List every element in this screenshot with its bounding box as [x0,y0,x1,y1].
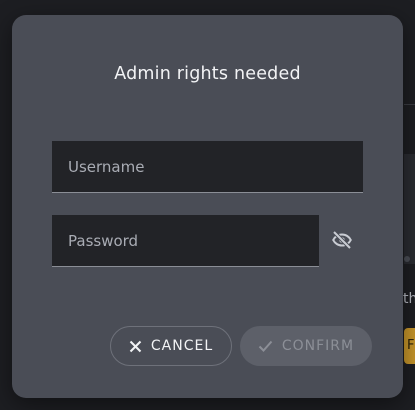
password-input[interactable] [52,215,319,266]
username-field-container [52,141,363,193]
username-input[interactable] [52,141,363,192]
confirm-button[interactable]: CONFIRM [240,326,372,366]
background-divider [404,104,415,105]
background-toggle-knob [404,256,410,262]
cancel-button[interactable]: CANCEL [110,326,232,366]
dialog-title: Admin rights needed [114,64,301,84]
toggle-password-visibility-button[interactable] [328,226,356,254]
confirm-button-label: CONFIRM [281,338,355,354]
admin-rights-dialog: Admin rights needed CANCEL [12,15,403,398]
close-icon [129,340,142,353]
background-action-button: F [404,328,415,364]
eye-off-icon [330,228,354,252]
cancel-button-label: CANCEL [150,338,214,354]
background-panel [404,154,415,264]
password-field-container [52,215,319,267]
check-icon [258,340,273,352]
background-text: th [403,291,415,307]
